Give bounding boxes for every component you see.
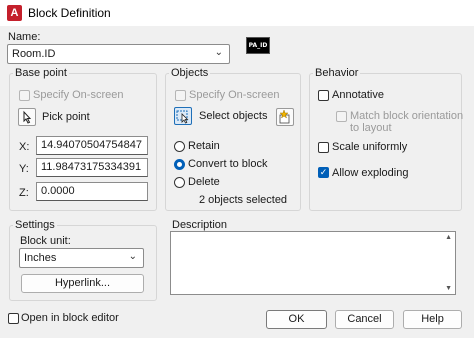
select-objects-button[interactable] <box>174 107 192 125</box>
cancel-button[interactable]: Cancel <box>335 310 394 329</box>
z-label: Z: <box>19 187 29 199</box>
allow-exploding-checkbox[interactable]: ✓ <box>318 167 329 178</box>
objects-specify-onscreen-checkbox[interactable] <box>175 90 186 101</box>
open-in-block-editor-label: Open in block editor <box>21 312 119 324</box>
name-value: Room.ID <box>12 48 56 60</box>
block-unit-label: Block unit: <box>20 235 71 247</box>
description-textarea[interactable]: ▲ ▼ <box>170 231 456 295</box>
delete-label: Delete <box>188 176 220 188</box>
open-in-block-editor-checkbox[interactable] <box>8 313 19 324</box>
z-coordinate-input[interactable]: 0.0000 <box>36 182 148 201</box>
x-coordinate-input[interactable]: 14.94070504754847 <box>36 136 148 155</box>
retain-label: Retain <box>188 140 220 152</box>
select-objects-icon <box>176 110 189 124</box>
scroll-up-icon[interactable]: ▲ <box>445 234 452 241</box>
hyperlink-button[interactable]: Hyperlink... <box>21 274 144 293</box>
name-label: Name: <box>8 31 41 43</box>
title-bar: A Block Definition <box>0 0 474 26</box>
settings-title: Settings <box>13 219 57 231</box>
description-title: Description <box>172 219 228 231</box>
objects-specify-onscreen-label: Specify On-screen <box>189 89 280 101</box>
match-orientation-checkbox[interactable] <box>336 111 347 122</box>
pick-point-button[interactable] <box>18 108 36 126</box>
block-preview-thumbnail: PA_ID <box>246 37 270 54</box>
scale-uniformly-checkbox[interactable] <box>318 142 329 153</box>
block-unit-combobox[interactable]: Inches ⌄ <box>19 248 144 268</box>
base-specify-onscreen-checkbox[interactable] <box>19 90 30 101</box>
chevron-down-icon[interactable]: ⌄ <box>215 47 223 58</box>
x-label: X: <box>19 141 30 153</box>
allow-exploding-label: Allow exploding <box>332 167 409 179</box>
window-title: Block Definition <box>28 6 111 20</box>
base-point-title: Base point <box>13 67 69 79</box>
base-specify-onscreen-label: Specify On-screen <box>33 89 124 101</box>
pick-point-label: Pick point <box>42 111 90 123</box>
objects-title: Objects <box>169 67 211 79</box>
convert-to-block-radio[interactable] <box>174 159 185 170</box>
delete-radio[interactable] <box>174 177 185 188</box>
ok-button[interactable]: OK <box>266 310 327 329</box>
autocad-app-icon: A <box>7 5 22 21</box>
scroll-down-icon[interactable]: ▼ <box>445 285 452 292</box>
y-label: Y: <box>19 163 29 175</box>
selection-status: 2 objects selected <box>199 194 288 206</box>
name-combobox[interactable]: Room.ID ⌄ <box>7 44 230 64</box>
match-orientation-label: Match block orientation to layout <box>350 110 464 134</box>
scale-uniformly-label: Scale uniformly <box>332 141 408 153</box>
retain-radio[interactable] <box>174 141 185 152</box>
quick-select-icon <box>279 109 290 124</box>
quick-select-button[interactable] <box>276 108 294 126</box>
pick-point-icon <box>23 110 32 124</box>
y-coordinate-input[interactable]: 11.98473175334391 <box>36 158 148 177</box>
annotative-checkbox[interactable] <box>318 90 329 101</box>
annotative-label: Annotative <box>332 89 384 101</box>
convert-to-block-label: Convert to block <box>188 158 268 170</box>
behavior-title: Behavior <box>313 67 361 79</box>
chevron-down-icon[interactable]: ⌄ <box>129 251 137 262</box>
help-button[interactable]: Help <box>403 310 462 329</box>
block-unit-value: Inches <box>24 252 57 264</box>
select-objects-label: Select objects <box>199 110 268 122</box>
